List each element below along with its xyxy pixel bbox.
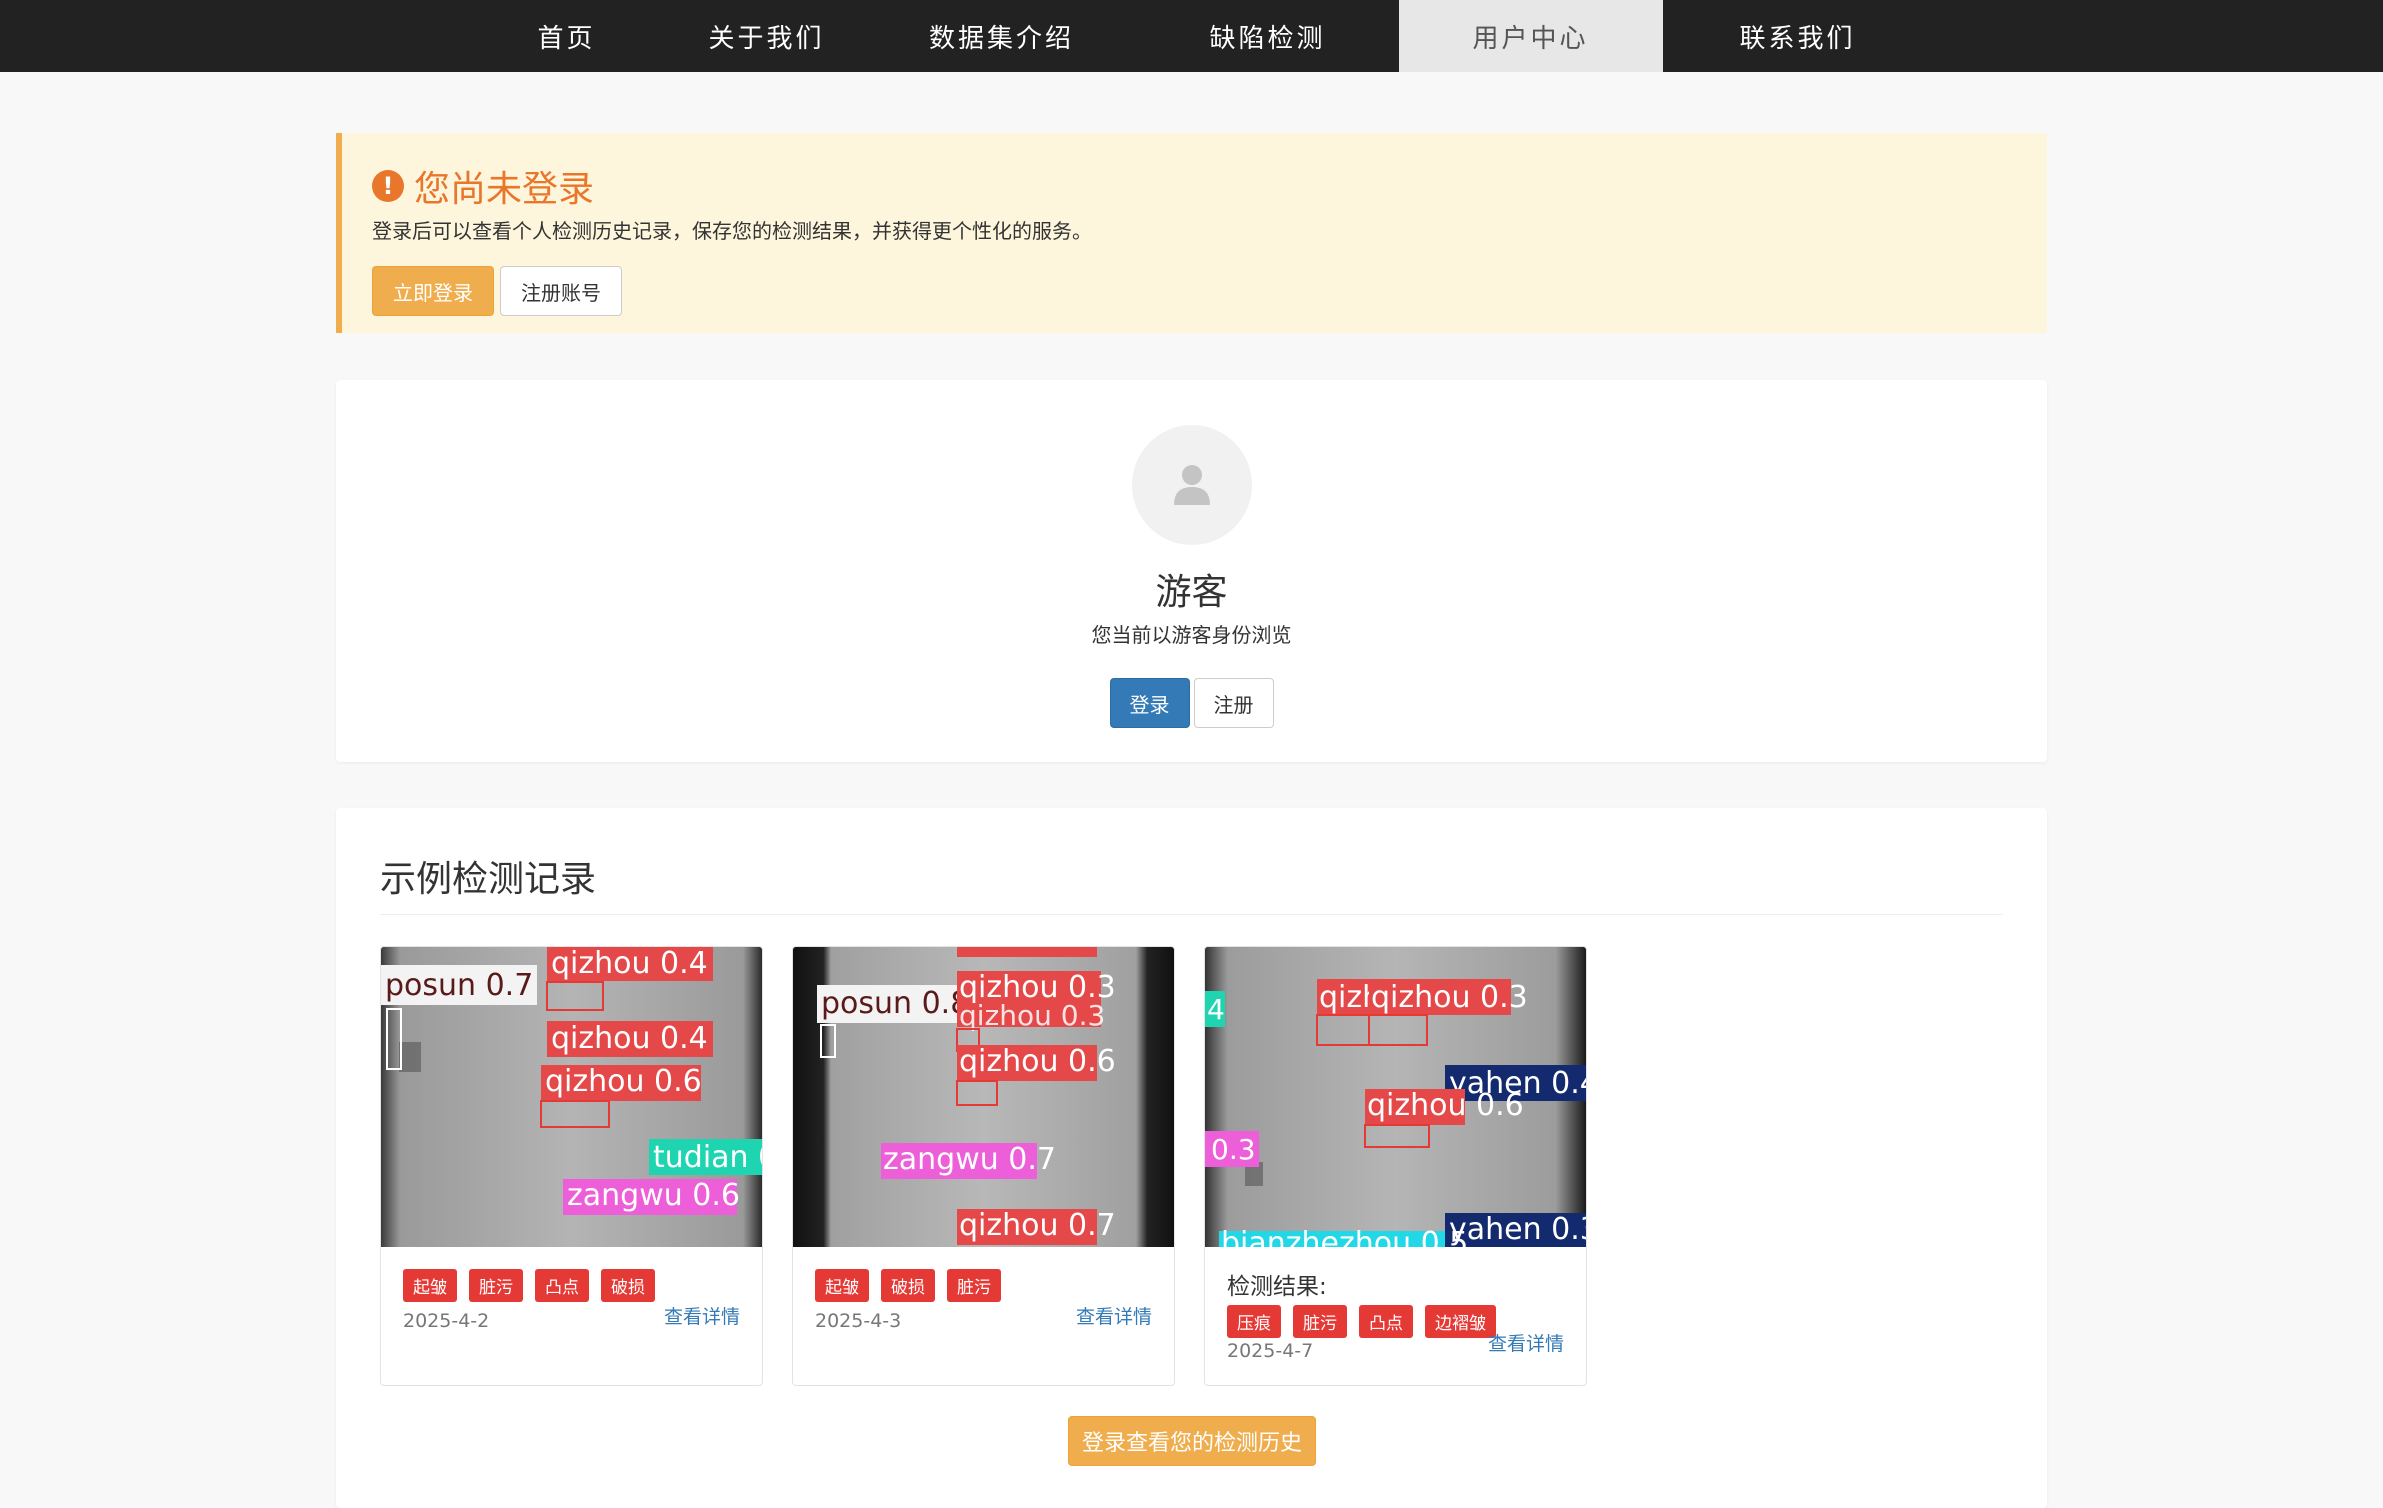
detection-label: qizhou 0.6 <box>959 1044 1116 1079</box>
register-account-button[interactable]: 注册账号 <box>500 266 622 316</box>
detection-label: qizhou 0.3 <box>959 999 1105 1032</box>
defect-tag: 脏污 <box>1293 1305 1347 1338</box>
detection-label: 0.3 <box>1211 1133 1256 1166</box>
defect-tag: 边褶皱 <box>1425 1305 1496 1338</box>
sample-records-panel: 示例检测记录 posun 0.7 qizhou 0.4 qizhou 0.4 q… <box>336 808 2047 1508</box>
register-button[interactable]: 注册 <box>1193 678 1274 728</box>
alert-title: 您尚未登录 <box>414 169 595 210</box>
defect-tag: 脏污 <box>947 1269 1001 1302</box>
view-history-login-button[interactable]: 登录查看您的检测历史 <box>1068 1416 1316 1466</box>
detection-label: qizhou 0.7 <box>959 1208 1116 1243</box>
login-warning-alert: ! 您尚未登录 登录后可以查看个人检测历史记录，保存您的检测结果，并获得更个性化… <box>336 133 2047 333</box>
nav-item-dataset[interactable]: 数据集介绍 <box>867 0 1137 72</box>
result-label: 检测结果: <box>1227 1274 1327 1300</box>
nav-item-detection[interactable]: 缺陷检测 <box>1137 0 1399 72</box>
nav-item-home[interactable]: 首页 <box>467 0 667 72</box>
detection-label: yahen 0.3 <box>1449 1212 1586 1247</box>
detection-image: qizh qizhou 0.3 4 yahen 0.4 qizhou 0.6 0… <box>1205 947 1586 1247</box>
alert-title-row: ! 您尚未登录 <box>372 161 2047 211</box>
record-card[interactable]: qizh qizhou 0.3 4 yahen 0.4 qizhou 0.6 0… <box>1204 946 1587 1386</box>
defect-tag: 凸点 <box>535 1269 589 1302</box>
login-now-button[interactable]: 立即登录 <box>372 266 494 316</box>
alert-description: 登录后可以查看个人检测历史记录，保存您的检测结果，并获得更个性化的服务。 <box>372 219 1092 243</box>
top-navbar: 首页 关于我们 数据集介绍 缺陷检测 用户中心 联系我们 <box>0 0 2383 72</box>
record-card[interactable]: posun 0.8 qizhou 0.3 qizhou 0.3 qizhou 0… <box>792 946 1175 1386</box>
exclamation-circle-icon: ! <box>372 170 404 202</box>
detection-label: tudian 0 <box>653 1140 762 1175</box>
records-title: 示例检测记录 <box>380 859 597 900</box>
profile-name: 游客 <box>1155 572 1228 613</box>
nav-item-contact[interactable]: 联系我们 <box>1663 0 1933 72</box>
detection-label: qizhou 0.4 <box>551 1021 708 1056</box>
nav-item-about[interactable]: 关于我们 <box>667 0 867 72</box>
detection-label: posun 0.8 <box>821 986 969 1021</box>
view-details-link[interactable]: 查看详情 <box>664 1302 740 1329</box>
view-details-link[interactable]: 查看详情 <box>1076 1302 1152 1329</box>
profile-subtitle: 您当前以游客身份浏览 <box>1091 623 1292 647</box>
records-divider <box>380 914 2003 915</box>
view-details-link[interactable]: 查看详情 <box>1488 1329 1564 1356</box>
detection-image: posun 0.8 qizhou 0.3 qizhou 0.3 qizhou 0… <box>793 947 1174 1247</box>
record-card[interactable]: posun 0.7 qizhou 0.4 qizhou 0.4 qizhou 0… <box>380 946 763 1386</box>
defect-tag: 破损 <box>601 1269 655 1302</box>
defect-tag: 凸点 <box>1359 1305 1413 1338</box>
detection-image: posun 0.7 qizhou 0.4 qizhou 0.4 qizhou 0… <box>381 947 762 1247</box>
nav-item-user-center[interactable]: 用户中心 <box>1398 0 1663 72</box>
defect-tag: 起皱 <box>815 1269 869 1302</box>
defect-tag: 破损 <box>881 1269 935 1302</box>
defect-tag: 脏污 <box>469 1269 523 1302</box>
detection-label: qizhou 0.3 <box>1371 980 1528 1015</box>
detection-label: posun 0.7 <box>385 968 533 1003</box>
defect-tag: 起皱 <box>403 1269 457 1302</box>
detection-label: qizhou 0.6 <box>1367 1088 1524 1123</box>
detection-label: bianzhezhou 0.5 <box>1221 1226 1468 1247</box>
user-icon <box>1173 465 1210 505</box>
defect-tag: 压痕 <box>1227 1305 1281 1338</box>
detection-label: 4 <box>1207 993 1225 1026</box>
detection-label: zangwu 0.7 <box>883 1142 1056 1177</box>
login-button[interactable]: 登录 <box>1109 678 1190 728</box>
detection-label: qizhou 0.4 <box>551 947 708 981</box>
guest-profile-panel: 游客 您当前以游客身份浏览 登录 注册 <box>336 380 2047 762</box>
avatar <box>1131 425 1252 545</box>
detection-label: zangwu 0.6 <box>567 1178 740 1213</box>
detection-label: qizhou 0.6 <box>545 1064 702 1099</box>
